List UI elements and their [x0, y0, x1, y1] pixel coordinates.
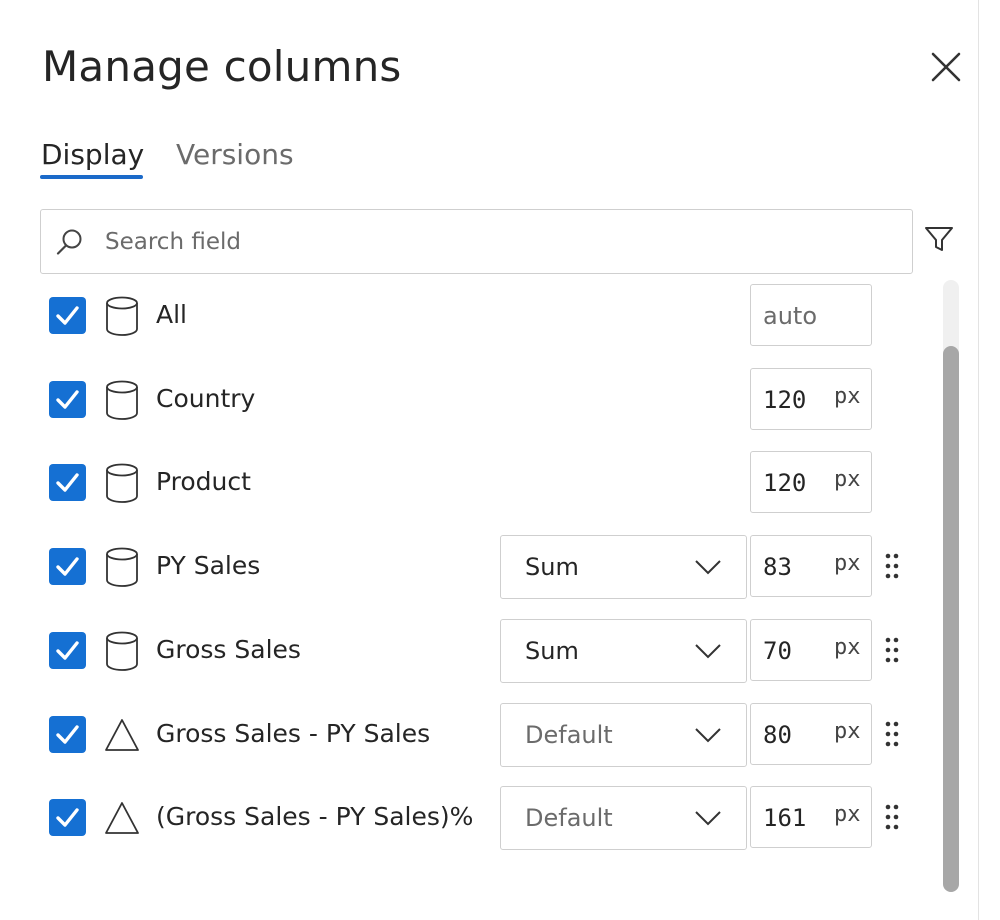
chevron-down-icon: [694, 642, 722, 664]
column-label: All: [156, 300, 187, 329]
column-checkbox[interactable]: [49, 297, 86, 334]
checkmark-icon: [56, 473, 79, 492]
column-row: All auto: [0, 281, 940, 351]
panel-title: Manage columns: [42, 42, 402, 91]
active-tab-indicator: [40, 175, 143, 179]
close-button[interactable]: [926, 48, 966, 88]
drag-handle-icon[interactable]: [884, 636, 900, 664]
column-checkbox[interactable]: [49, 632, 86, 669]
column-row: PY Sales Sum 83 px: [0, 532, 940, 602]
width-unit: px: [834, 551, 861, 576]
width-unit: px: [834, 802, 861, 827]
drag-handle-icon[interactable]: [884, 552, 900, 580]
column-row: (Gross Sales - PY Sales)% Default 161 px: [0, 783, 940, 853]
column-label: Product: [156, 467, 251, 496]
database-icon: [104, 295, 140, 337]
search-icon: [56, 229, 82, 255]
width-value: 161: [763, 804, 807, 832]
aggregation-value: Sum: [525, 637, 579, 665]
width-unit: px: [834, 719, 861, 744]
column-width-input[interactable]: 120 px: [750, 451, 872, 513]
database-icon: [104, 379, 140, 421]
checkmark-icon: [56, 808, 79, 827]
width-value: 83: [763, 553, 792, 581]
width-unit: px: [834, 384, 861, 409]
filter-icon[interactable]: [922, 222, 956, 256]
column-checkbox[interactable]: [49, 381, 86, 418]
width-unit: px: [834, 467, 861, 492]
column-width-input[interactable]: 83 px: [750, 535, 872, 597]
width-value: auto: [763, 302, 818, 330]
column-width-input[interactable]: 161 px: [750, 786, 872, 848]
checkmark-icon: [56, 306, 79, 325]
aggregation-value: Default: [525, 721, 613, 749]
column-width-input[interactable]: 80 px: [750, 703, 872, 765]
column-row: Gross Sales Sum 70 px: [0, 616, 940, 686]
width-value: 120: [763, 469, 807, 497]
triangle-icon: [104, 714, 140, 756]
checkmark-icon: [56, 390, 79, 409]
column-width-input[interactable]: auto: [750, 284, 872, 346]
drag-handle-icon[interactable]: [884, 803, 900, 831]
column-row: Country 120 px: [0, 365, 940, 435]
search-field[interactable]: [40, 209, 913, 274]
column-checkbox[interactable]: [49, 548, 86, 585]
column-label: Gross Sales: [156, 635, 301, 664]
checkmark-icon: [56, 557, 79, 576]
aggregation-select[interactable]: Sum: [500, 535, 747, 599]
column-width-input[interactable]: 120 px: [750, 368, 872, 430]
column-row: Gross Sales - PY Sales Default 80 px: [0, 700, 940, 770]
width-value: 80: [763, 721, 792, 749]
scrollbar-thumb[interactable]: [943, 346, 959, 892]
checkmark-icon: [56, 641, 79, 660]
column-label: Country: [156, 384, 256, 413]
column-label: (Gross Sales - PY Sales)%: [156, 802, 474, 831]
close-icon: [931, 52, 961, 82]
column-row: Product 120 px: [0, 448, 940, 518]
aggregation-select[interactable]: Sum: [500, 619, 747, 683]
chevron-down-icon: [694, 809, 722, 831]
column-checkbox[interactable]: [49, 716, 86, 753]
aggregation-select[interactable]: Default: [500, 786, 747, 850]
triangle-icon: [104, 797, 140, 839]
aggregation-value: Default: [525, 804, 613, 832]
width-unit: px: [834, 635, 861, 660]
tab-display[interactable]: Display: [41, 138, 144, 171]
chevron-down-icon: [694, 558, 722, 580]
aggregation-value: Sum: [525, 553, 579, 581]
width-value: 120: [763, 386, 807, 414]
column-label: PY Sales: [156, 551, 261, 580]
drag-handle-icon[interactable]: [884, 720, 900, 748]
tab-versions[interactable]: Versions: [176, 138, 294, 171]
column-label: Gross Sales - PY Sales: [156, 719, 431, 748]
column-checkbox[interactable]: [49, 799, 86, 836]
search-input[interactable]: [105, 220, 895, 264]
checkmark-icon: [56, 725, 79, 744]
aggregation-select[interactable]: Default: [500, 703, 747, 767]
column-width-input[interactable]: 70 px: [750, 619, 872, 681]
background-app-edge: [978, 0, 1000, 920]
width-value: 70: [763, 637, 792, 665]
column-checkbox[interactable]: [49, 464, 86, 501]
database-icon: [104, 630, 140, 672]
database-icon: [104, 462, 140, 504]
database-icon: [104, 546, 140, 588]
manage-columns-panel: Manage columns Display Versions All auto C…: [0, 0, 978, 920]
chevron-down-icon: [694, 726, 722, 748]
